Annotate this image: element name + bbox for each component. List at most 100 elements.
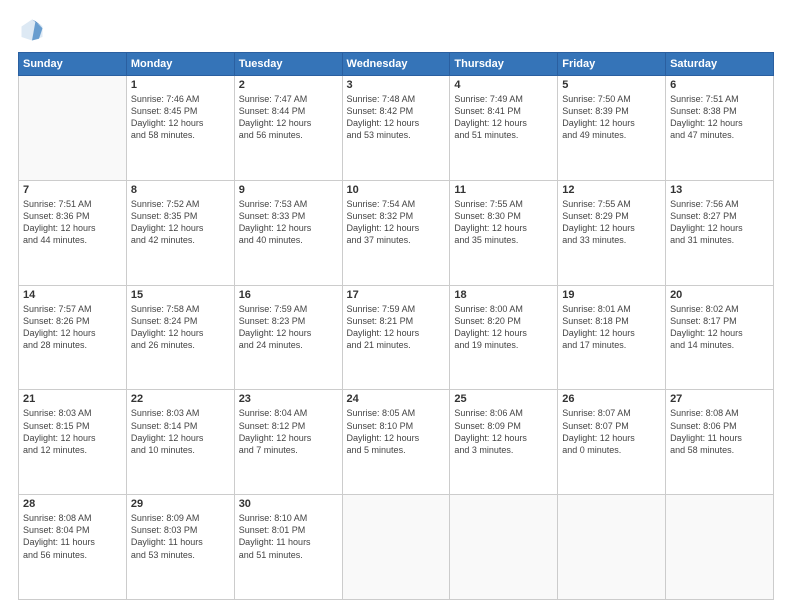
calendar-cell: 1 Sunrise: 7:46 AM Sunset: 8:45 PM Daylig… <box>126 76 234 181</box>
day-number: 18 <box>454 289 553 301</box>
day-info: Sunrise: 7:59 AM Sunset: 8:23 PM Dayligh… <box>239 303 338 352</box>
calendar-table: SundayMondayTuesdayWednesdayThursdayFrid… <box>18 52 774 600</box>
day-info: Sunrise: 7:59 AM Sunset: 8:21 PM Dayligh… <box>347 303 446 352</box>
weekday-wednesday: Wednesday <box>342 53 450 76</box>
calendar-cell: 3 Sunrise: 7:48 AM Sunset: 8:42 PM Daylig… <box>342 76 450 181</box>
day-info: Sunrise: 7:51 AM Sunset: 8:38 PM Dayligh… <box>670 93 769 142</box>
day-number: 28 <box>23 498 122 510</box>
calendar-cell <box>450 495 558 600</box>
day-number: 14 <box>23 289 122 301</box>
day-number: 4 <box>454 79 553 91</box>
day-info: Sunrise: 7:56 AM Sunset: 8:27 PM Dayligh… <box>670 198 769 247</box>
calendar-cell: 17 Sunrise: 7:59 AM Sunset: 8:21 PM Dayli… <box>342 285 450 390</box>
calendar-cell: 11 Sunrise: 7:55 AM Sunset: 8:30 PM Dayli… <box>450 180 558 285</box>
day-info: Sunrise: 7:53 AM Sunset: 8:33 PM Dayligh… <box>239 198 338 247</box>
calendar-cell: 7 Sunrise: 7:51 AM Sunset: 8:36 PM Daylig… <box>19 180 127 285</box>
weekday-monday: Monday <box>126 53 234 76</box>
day-info: Sunrise: 8:02 AM Sunset: 8:17 PM Dayligh… <box>670 303 769 352</box>
day-number: 27 <box>670 393 769 405</box>
day-number: 11 <box>454 184 553 196</box>
day-info: Sunrise: 7:50 AM Sunset: 8:39 PM Dayligh… <box>562 93 661 142</box>
calendar-cell <box>558 495 666 600</box>
weekday-tuesday: Tuesday <box>234 53 342 76</box>
day-number: 30 <box>239 498 338 510</box>
day-number: 5 <box>562 79 661 91</box>
day-info: Sunrise: 7:58 AM Sunset: 8:24 PM Dayligh… <box>131 303 230 352</box>
weekday-saturday: Saturday <box>666 53 774 76</box>
day-info: Sunrise: 8:10 AM Sunset: 8:01 PM Dayligh… <box>239 512 338 561</box>
day-number: 3 <box>347 79 446 91</box>
day-info: Sunrise: 8:03 AM Sunset: 8:14 PM Dayligh… <box>131 407 230 456</box>
day-info: Sunrise: 8:00 AM Sunset: 8:20 PM Dayligh… <box>454 303 553 352</box>
day-number: 21 <box>23 393 122 405</box>
calendar-cell: 2 Sunrise: 7:47 AM Sunset: 8:44 PM Daylig… <box>234 76 342 181</box>
day-info: Sunrise: 7:51 AM Sunset: 8:36 PM Dayligh… <box>23 198 122 247</box>
calendar-cell: 26 Sunrise: 8:07 AM Sunset: 8:07 PM Dayli… <box>558 390 666 495</box>
day-info: Sunrise: 8:04 AM Sunset: 8:12 PM Dayligh… <box>239 407 338 456</box>
day-number: 23 <box>239 393 338 405</box>
page: SundayMondayTuesdayWednesdayThursdayFrid… <box>0 0 792 612</box>
calendar-cell: 29Sunrise: 8:09 AM Sunset: 8:03 PM Dayli… <box>126 495 234 600</box>
calendar-cell: 5 Sunrise: 7:50 AM Sunset: 8:39 PM Daylig… <box>558 76 666 181</box>
calendar-cell: 12Sunrise: 7:55 AM Sunset: 8:29 PM Dayli… <box>558 180 666 285</box>
day-number: 26 <box>562 393 661 405</box>
day-number: 10 <box>347 184 446 196</box>
header <box>18 16 774 44</box>
calendar-week-3: 14 Sunrise: 7:57 AM Sunset: 8:26 PM Dayli… <box>19 285 774 390</box>
logo-icon <box>18 16 46 44</box>
calendar-cell: 21Sunrise: 8:03 AM Sunset: 8:15 PM Dayli… <box>19 390 127 495</box>
day-number: 19 <box>562 289 661 301</box>
calendar-week-2: 7 Sunrise: 7:51 AM Sunset: 8:36 PM Daylig… <box>19 180 774 285</box>
day-number: 13 <box>670 184 769 196</box>
calendar-cell <box>19 76 127 181</box>
day-info: Sunrise: 8:05 AM Sunset: 8:10 PM Dayligh… <box>347 407 446 456</box>
day-info: Sunrise: 7:47 AM Sunset: 8:44 PM Dayligh… <box>239 93 338 142</box>
day-number: 20 <box>670 289 769 301</box>
day-info: Sunrise: 7:49 AM Sunset: 8:41 PM Dayligh… <box>454 93 553 142</box>
day-info: Sunrise: 7:52 AM Sunset: 8:35 PM Dayligh… <box>131 198 230 247</box>
day-info: Sunrise: 7:55 AM Sunset: 8:30 PM Dayligh… <box>454 198 553 247</box>
calendar-week-4: 21Sunrise: 8:03 AM Sunset: 8:15 PM Dayli… <box>19 390 774 495</box>
day-number: 9 <box>239 184 338 196</box>
day-number: 15 <box>131 289 230 301</box>
weekday-header-row: SundayMondayTuesdayWednesdayThursdayFrid… <box>19 53 774 76</box>
calendar-cell: 6Sunrise: 7:51 AM Sunset: 8:38 PM Daylig… <box>666 76 774 181</box>
day-info: Sunrise: 8:07 AM Sunset: 8:07 PM Dayligh… <box>562 407 661 456</box>
day-info: Sunrise: 8:09 AM Sunset: 8:03 PM Dayligh… <box>131 512 230 561</box>
calendar-cell: 10 Sunrise: 7:54 AM Sunset: 8:32 PM Dayli… <box>342 180 450 285</box>
day-info: Sunrise: 7:55 AM Sunset: 8:29 PM Dayligh… <box>562 198 661 247</box>
calendar-cell: 24 Sunrise: 8:05 AM Sunset: 8:10 PM Dayli… <box>342 390 450 495</box>
day-info: Sunrise: 8:06 AM Sunset: 8:09 PM Dayligh… <box>454 407 553 456</box>
day-number: 17 <box>347 289 446 301</box>
calendar-cell: 9 Sunrise: 7:53 AM Sunset: 8:33 PM Daylig… <box>234 180 342 285</box>
calendar-cell: 22 Sunrise: 8:03 AM Sunset: 8:14 PM Dayli… <box>126 390 234 495</box>
day-number: 22 <box>131 393 230 405</box>
weekday-sunday: Sunday <box>19 53 127 76</box>
day-number: 1 <box>131 79 230 91</box>
calendar-cell: 13 Sunrise: 7:56 AM Sunset: 8:27 PM Dayli… <box>666 180 774 285</box>
day-info: Sunrise: 8:01 AM Sunset: 8:18 PM Dayligh… <box>562 303 661 352</box>
day-info: Sunrise: 7:57 AM Sunset: 8:26 PM Dayligh… <box>23 303 122 352</box>
calendar-cell: 4 Sunrise: 7:49 AM Sunset: 8:41 PM Daylig… <box>450 76 558 181</box>
day-number: 2 <box>239 79 338 91</box>
calendar-cell: 28 Sunrise: 8:08 AM Sunset: 8:04 PM Dayli… <box>19 495 127 600</box>
calendar-cell: 18 Sunrise: 8:00 AM Sunset: 8:20 PM Dayli… <box>450 285 558 390</box>
day-info: Sunrise: 8:08 AM Sunset: 8:04 PM Dayligh… <box>23 512 122 561</box>
logo <box>18 16 50 44</box>
day-number: 7 <box>23 184 122 196</box>
calendar-cell: 30 Sunrise: 8:10 AM Sunset: 8:01 PM Dayli… <box>234 495 342 600</box>
calendar-week-5: 28 Sunrise: 8:08 AM Sunset: 8:04 PM Dayli… <box>19 495 774 600</box>
day-number: 8 <box>131 184 230 196</box>
day-info: Sunrise: 7:48 AM Sunset: 8:42 PM Dayligh… <box>347 93 446 142</box>
calendar-cell <box>342 495 450 600</box>
calendar-cell: 8 Sunrise: 7:52 AM Sunset: 8:35 PM Daylig… <box>126 180 234 285</box>
calendar-cell: 14 Sunrise: 7:57 AM Sunset: 8:26 PM Dayli… <box>19 285 127 390</box>
day-info: Sunrise: 7:54 AM Sunset: 8:32 PM Dayligh… <box>347 198 446 247</box>
day-info: Sunrise: 8:08 AM Sunset: 8:06 PM Dayligh… <box>670 407 769 456</box>
day-number: 24 <box>347 393 446 405</box>
calendar-cell <box>666 495 774 600</box>
calendar-cell: 20 Sunrise: 8:02 AM Sunset: 8:17 PM Dayli… <box>666 285 774 390</box>
weekday-thursday: Thursday <box>450 53 558 76</box>
day-info: Sunrise: 7:46 AM Sunset: 8:45 PM Dayligh… <box>131 93 230 142</box>
calendar-cell: 19 Sunrise: 8:01 AM Sunset: 8:18 PM Dayli… <box>558 285 666 390</box>
